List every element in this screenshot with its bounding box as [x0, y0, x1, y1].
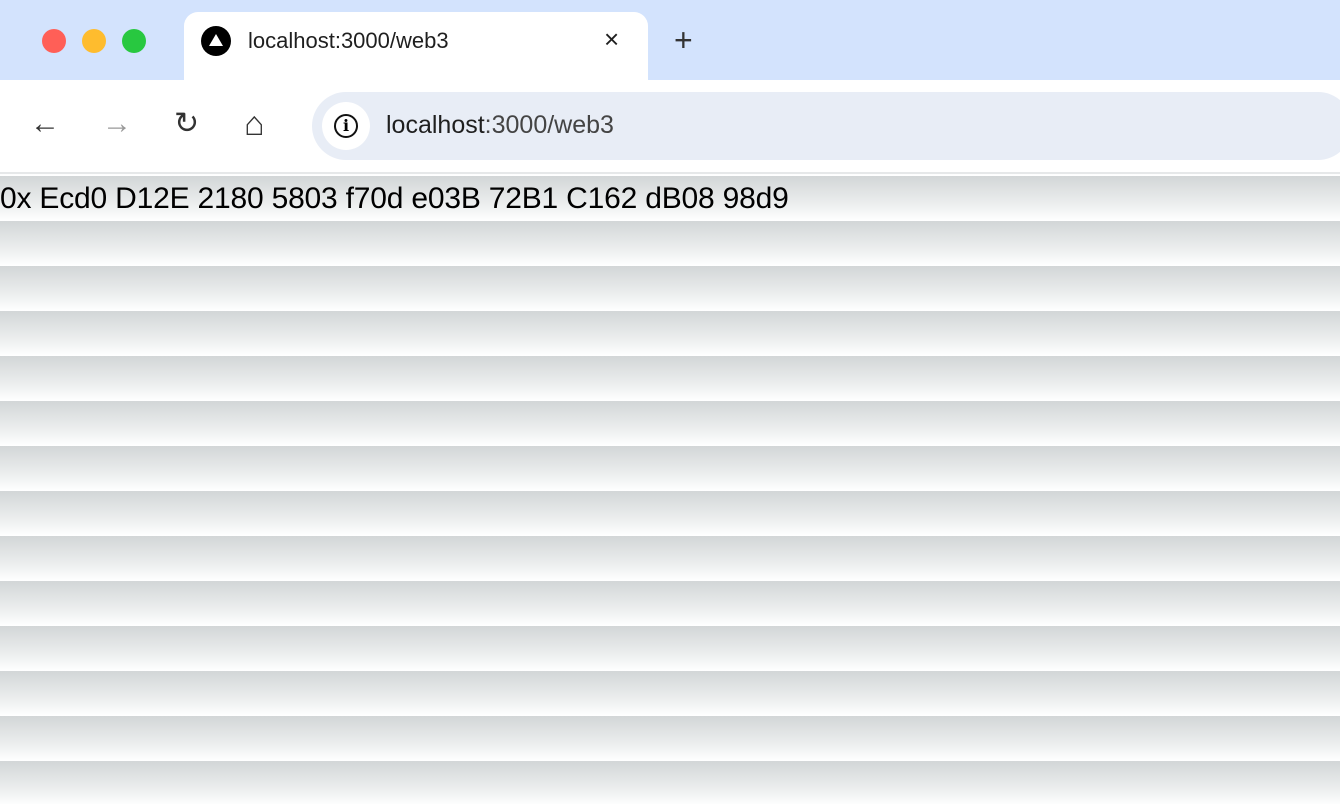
- tab-close-icon[interactable]: ×: [604, 24, 619, 54]
- favicon-icon: [201, 26, 231, 56]
- window-close-button[interactable]: [42, 29, 66, 53]
- info-icon: i: [334, 114, 358, 138]
- address-bar[interactable]: i localhost:3000/web3: [312, 92, 1340, 160]
- reload-icon[interactable]: ↻: [174, 106, 199, 142]
- page-content: 0x Ecd0 D12E 2180 5803 f70d e03B 72B1 C1…: [0, 172, 1340, 804]
- tab-title: localhost:3000/web3: [248, 28, 449, 53]
- home-icon[interactable]: ⌂: [244, 106, 265, 142]
- new-tab-button[interactable]: +: [674, 22, 693, 58]
- window-maximize-button[interactable]: [122, 29, 146, 53]
- url-host: localhost: [386, 111, 485, 139]
- browser-tab[interactable]: localhost:3000/web3 ×: [184, 12, 648, 82]
- window-minimize-button[interactable]: [82, 29, 106, 53]
- browser-toolbar: ← → ↻ ⌂ i localhost:3000/web3: [0, 80, 1340, 172]
- url-text[interactable]: localhost:3000/web3: [386, 111, 614, 140]
- tab-strip: localhost:3000/web3 × +: [0, 0, 1340, 82]
- url-path: :3000/web3: [484, 111, 614, 139]
- wallet-address: 0x Ecd0 D12E 2180 5803 f70d e03B 72B1 C1…: [0, 182, 789, 215]
- back-icon[interactable]: ←: [30, 106, 60, 142]
- site-info-button[interactable]: i: [322, 102, 370, 150]
- forward-icon[interactable]: →: [102, 106, 132, 142]
